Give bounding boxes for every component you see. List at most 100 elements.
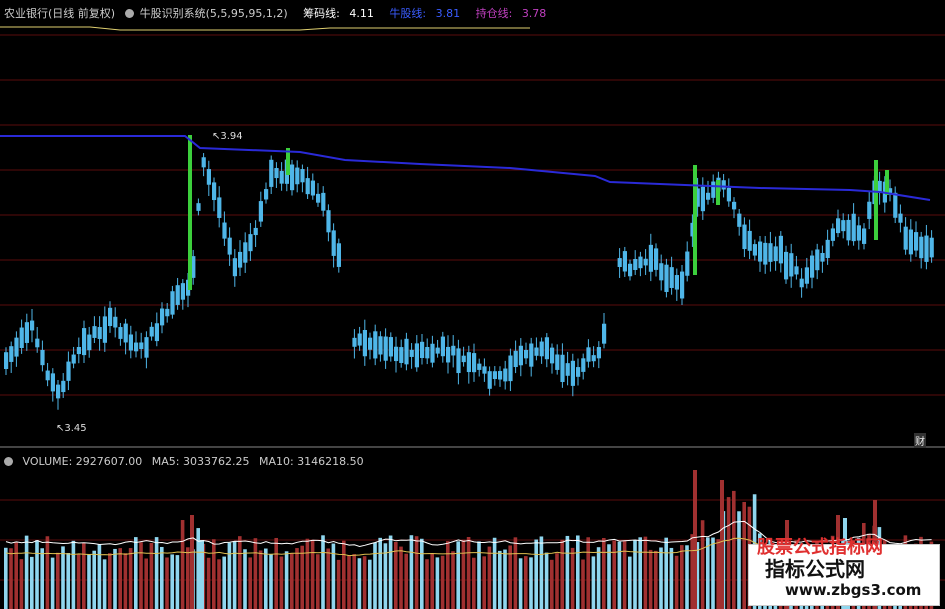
- candle-body: [305, 178, 310, 195]
- candle-body: [399, 347, 404, 363]
- volume-bar: [524, 556, 528, 609]
- watermark: 股票公式指标网 指标公式网 www.zbgs3.com: [748, 537, 940, 606]
- volume-bar: [440, 555, 445, 609]
- candle-body: [711, 181, 716, 198]
- volume-bar: [14, 541, 18, 609]
- volume-circle-icon: [4, 457, 13, 466]
- candle-body: [108, 307, 113, 327]
- volume-bar: [409, 535, 414, 609]
- volume-bar: [498, 550, 502, 609]
- candle-body: [794, 266, 799, 275]
- ma5-value: MA5: 3033762.25: [151, 455, 250, 468]
- volume-bar: [591, 556, 596, 609]
- volume-bar-tall: [190, 515, 194, 609]
- candle-body: [123, 323, 128, 343]
- volume-bar: [550, 559, 554, 609]
- candle-body: [841, 220, 846, 232]
- candle-body: [560, 354, 565, 383]
- candle-body: [352, 337, 357, 347]
- candle-body: [310, 180, 315, 196]
- candle-body: [373, 331, 378, 359]
- volume-bar: [139, 542, 143, 609]
- volume-bar: [310, 539, 315, 609]
- volume-bar: [175, 555, 180, 609]
- volume-bar: [24, 535, 29, 609]
- candle-body: [118, 327, 123, 339]
- bull-line: [0, 135, 931, 201]
- candle-body: [867, 201, 872, 219]
- candle-body: [799, 278, 804, 288]
- volume-bar: [206, 557, 211, 609]
- candle-body: [680, 271, 685, 299]
- candle-body: [664, 264, 669, 292]
- candle-body: [24, 322, 29, 343]
- candle-body: [586, 347, 591, 362]
- candle-body: [929, 237, 934, 258]
- candle-body: [461, 355, 466, 363]
- volume-bar: [503, 549, 507, 609]
- candle-body: [300, 169, 305, 183]
- candle-body: [518, 345, 523, 366]
- candle-body: [440, 336, 445, 357]
- kline-chart[interactable]: [0, 0, 945, 609]
- candle-body: [529, 343, 534, 367]
- volume-bar: [40, 548, 44, 609]
- volume-bar: [50, 557, 55, 609]
- volume-bar: [555, 553, 559, 609]
- candle-body: [149, 326, 154, 337]
- finance-marker[interactable]: 财: [914, 433, 926, 448]
- volume-bar: [472, 557, 476, 609]
- volume-bar: [451, 551, 455, 609]
- volume-bar: [45, 536, 50, 609]
- volume-bar: [258, 550, 263, 609]
- candle-body: [789, 253, 794, 277]
- volume-bar: [108, 553, 112, 609]
- candle-body: [76, 346, 81, 355]
- volume-bar: [66, 553, 70, 609]
- candle-body: [903, 226, 908, 250]
- volume-bar: [274, 537, 278, 609]
- volume-bar: [430, 553, 434, 609]
- candle-body: [66, 361, 71, 381]
- candle-body: [196, 203, 201, 211]
- volume-bar: [342, 540, 346, 609]
- candle-body: [617, 258, 622, 268]
- volume-bar: [518, 558, 523, 609]
- volume-bar: [425, 559, 429, 609]
- candle-body: [50, 373, 55, 392]
- candle-body: [316, 193, 321, 203]
- volume-bar: [435, 557, 440, 609]
- volume-bar: [19, 559, 24, 609]
- candle-body: [638, 256, 643, 269]
- volume-bar: [336, 559, 341, 609]
- candle-body: [669, 267, 674, 288]
- candle-body: [227, 237, 232, 255]
- watermark-title: 指标公式网: [765, 557, 865, 581]
- candle-body: [539, 341, 544, 357]
- signal-bar: [874, 160, 878, 240]
- volume-bar: [742, 501, 746, 609]
- volume-bar: [560, 539, 564, 609]
- candle-body: [565, 363, 570, 376]
- candle-body: [924, 235, 929, 262]
- candle-body: [71, 354, 76, 364]
- volume-bar: [232, 541, 237, 609]
- watermark-url: www.zbgs3.com: [785, 581, 922, 599]
- candle-body: [648, 244, 653, 272]
- candle-body: [430, 343, 435, 363]
- volume-bar: [581, 559, 585, 609]
- volume-bar: [399, 546, 403, 609]
- volume-bar: [492, 537, 497, 609]
- candle-body: [201, 157, 206, 168]
- candle-body: [784, 251, 789, 280]
- candle-body: [206, 169, 211, 185]
- candle-body: [160, 308, 165, 326]
- candle-body: [61, 380, 66, 393]
- volume-bar: [76, 553, 81, 609]
- volume-bar: [352, 554, 356, 609]
- candle-body: [508, 355, 513, 382]
- candle-body: [737, 213, 742, 227]
- volume-bar: [222, 556, 226, 609]
- volume-bar: [144, 558, 148, 609]
- candle-body: [534, 347, 539, 356]
